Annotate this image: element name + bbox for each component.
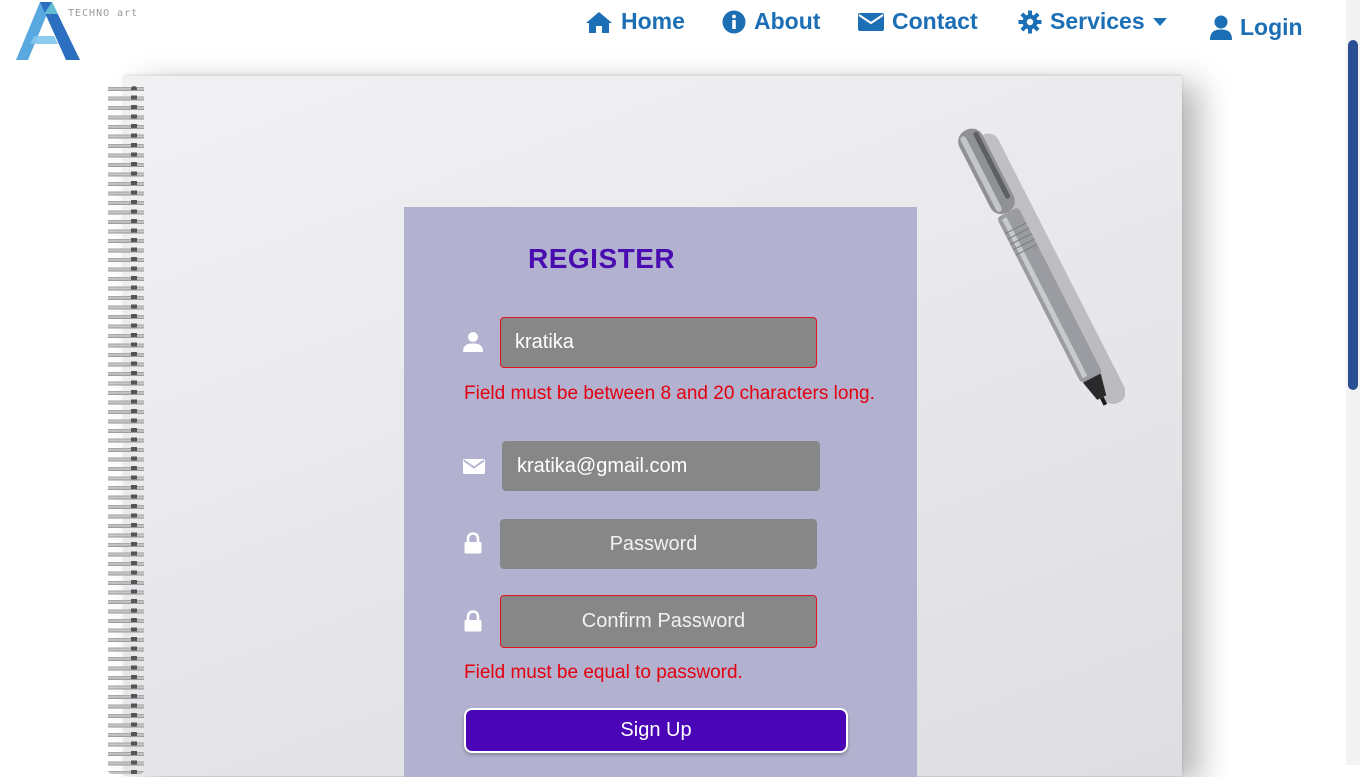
nav-services-label: Services [1050, 8, 1145, 34]
envelope-icon [463, 459, 485, 474]
sign-up-label: Sign Up [620, 719, 692, 741]
email-input[interactable]: kratika@gmail.com [502, 441, 820, 491]
password-input[interactable]: Password [500, 519, 817, 569]
nav-about-link[interactable]: About [722, 8, 820, 35]
page-scrollbar-thumb[interactable] [1348, 40, 1358, 390]
sign-up-button[interactable]: Sign Up [464, 708, 848, 753]
register-title: REGISTER [528, 243, 676, 274]
nav-services-dropdown[interactable]: Services [1018, 8, 1167, 35]
gear-icon [1018, 10, 1042, 33]
register-form: REGISTER kratika Field must be between 8… [404, 207, 917, 777]
nav-login-label: Login [1240, 14, 1303, 40]
username-input[interactable]: kratika [500, 317, 817, 368]
lock-icon [464, 610, 482, 632]
main-nav: Home About Contact Services Login [0, 0, 1360, 60]
caret-down-icon [1152, 17, 1167, 26]
user-icon [1210, 15, 1232, 40]
notebook-spiral-binding [108, 84, 144, 774]
nav-home-link[interactable]: Home [585, 8, 685, 35]
nav-home-label: Home [621, 8, 685, 34]
confirm-password-error: Field must be equal to password. [464, 662, 743, 683]
envelope-icon [858, 12, 884, 31]
pen-illustration [958, 128, 1125, 406]
lock-icon [464, 532, 482, 554]
confirm-password-placeholder: Confirm Password [581, 610, 746, 632]
username-error: Field must be between 8 and 20 character… [464, 383, 875, 404]
nav-contact-label: Contact [892, 8, 978, 34]
confirm-password-input[interactable]: Confirm Password [500, 595, 817, 648]
nav-contact-link[interactable]: Contact [858, 8, 978, 35]
password-placeholder: Password [609, 532, 698, 555]
username-value: kratika [515, 331, 574, 353]
user-icon [463, 332, 483, 352]
info-circle-icon [722, 10, 746, 33]
nav-about-label: About [754, 8, 821, 34]
notebook-spiral-holes [131, 86, 137, 776]
email-value: kratika@gmail.com [517, 454, 688, 477]
nav-login-link[interactable]: Login [1210, 14, 1303, 41]
home-icon [586, 11, 612, 33]
